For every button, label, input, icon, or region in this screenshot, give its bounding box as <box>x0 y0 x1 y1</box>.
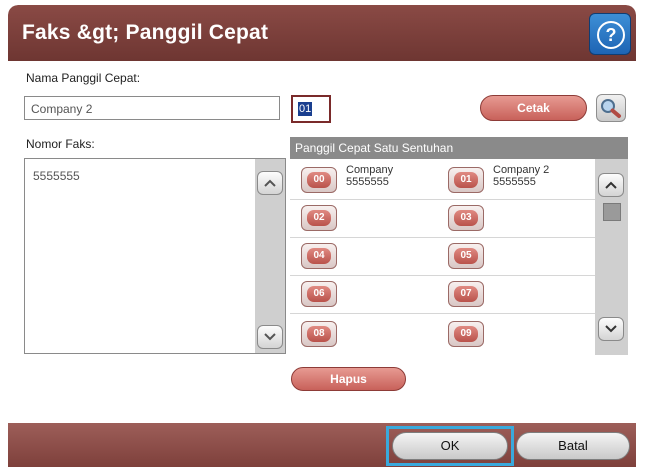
speed-dial-name-label: Nama Panggil Cepat: <box>26 71 141 85</box>
slot-code: 01 <box>454 172 478 188</box>
speed-dial-scrollbar[interactable] <box>595 159 628 355</box>
slot-code: 00 <box>307 172 331 188</box>
speed-dial-slot-09[interactable]: 09 <box>448 321 484 347</box>
slot-name: Company 2 <box>493 164 550 176</box>
speed-dial-list-header: Panggil Cepat Satu Sentuhan <box>290 137 628 159</box>
fax-number-label: Nomor Faks: <box>26 137 95 151</box>
search-button[interactable] <box>596 94 626 122</box>
search-icon <box>601 99 621 118</box>
ok-button[interactable]: OK <box>392 432 508 460</box>
speed-dial-name-field[interactable]: Company 2 <box>24 96 280 120</box>
speed-dial-scroll-down-button[interactable] <box>598 317 624 341</box>
speed-dial-list: 00 Company 5555555 01 Company 2 5555555 … <box>290 159 595 355</box>
slot-code: 07 <box>454 286 478 302</box>
speed-dial-slot-00[interactable]: 00 <box>301 167 337 193</box>
speed-dial-slot-05[interactable]: 05 <box>448 243 484 269</box>
speed-dial-code-value: 01 <box>298 102 313 116</box>
speed-dial-slot-03[interactable]: 03 <box>448 205 484 231</box>
slot-number: 5555555 <box>346 176 389 188</box>
speed-dial-screen: Faks &gt; Panggil Cepat ? Nama Panggil C… <box>8 5 636 467</box>
cancel-button[interactable]: Batal <box>516 432 630 460</box>
speed-dial-row: 02 03 <box>290 199 595 238</box>
speed-dial-row: 00 Company 5555555 01 Company 2 5555555 <box>290 159 595 200</box>
fax-number-value: 5555555 <box>33 169 80 183</box>
help-icon: ? <box>597 21 625 49</box>
slot-number: 5555555 <box>493 176 536 188</box>
delete-button[interactable]: Hapus <box>291 367 406 391</box>
help-button[interactable]: ? <box>589 13 631 55</box>
speed-dial-slot-02[interactable]: 02 <box>301 205 337 231</box>
speed-dial-row: 04 05 <box>290 237 595 276</box>
speed-dial-code-field[interactable]: 01 <box>291 95 331 123</box>
slot-code: 05 <box>454 248 478 264</box>
chevron-up-icon <box>605 181 617 189</box>
speed-dial-slot-07[interactable]: 07 <box>448 281 484 307</box>
fax-number-field[interactable]: 5555555 <box>24 158 286 354</box>
slot-code: 03 <box>454 210 478 226</box>
speed-dial-slot-08[interactable]: 08 <box>301 321 337 347</box>
slot-code: 02 <box>307 210 331 226</box>
speed-dial-row: 06 07 <box>290 275 595 314</box>
fax-scroll-up-button[interactable] <box>257 171 283 195</box>
slot-code: 08 <box>307 326 331 342</box>
slot-name: Company <box>346 164 394 176</box>
slot-code: 09 <box>454 326 478 342</box>
chevron-up-icon <box>264 179 276 187</box>
chevron-down-icon <box>605 325 617 333</box>
speed-dial-slot-01[interactable]: 01 <box>448 167 484 193</box>
title-bar: Faks &gt; Panggil Cepat ? <box>8 5 636 61</box>
scroll-thumb[interactable] <box>603 203 621 221</box>
speed-dial-slot-04[interactable]: 04 <box>301 243 337 269</box>
chevron-down-icon <box>264 333 276 341</box>
print-button[interactable]: Cetak <box>480 95 587 121</box>
fax-scroll-down-button[interactable] <box>257 325 283 349</box>
slot-code: 04 <box>307 248 331 264</box>
page-title: Faks &gt; Panggil Cepat <box>22 21 269 44</box>
speed-dial-slot-06[interactable]: 06 <box>301 281 337 307</box>
slot-code: 06 <box>307 286 331 302</box>
speed-dial-row: 08 09 <box>290 313 595 351</box>
speed-dial-scroll-up-button[interactable] <box>598 173 624 197</box>
